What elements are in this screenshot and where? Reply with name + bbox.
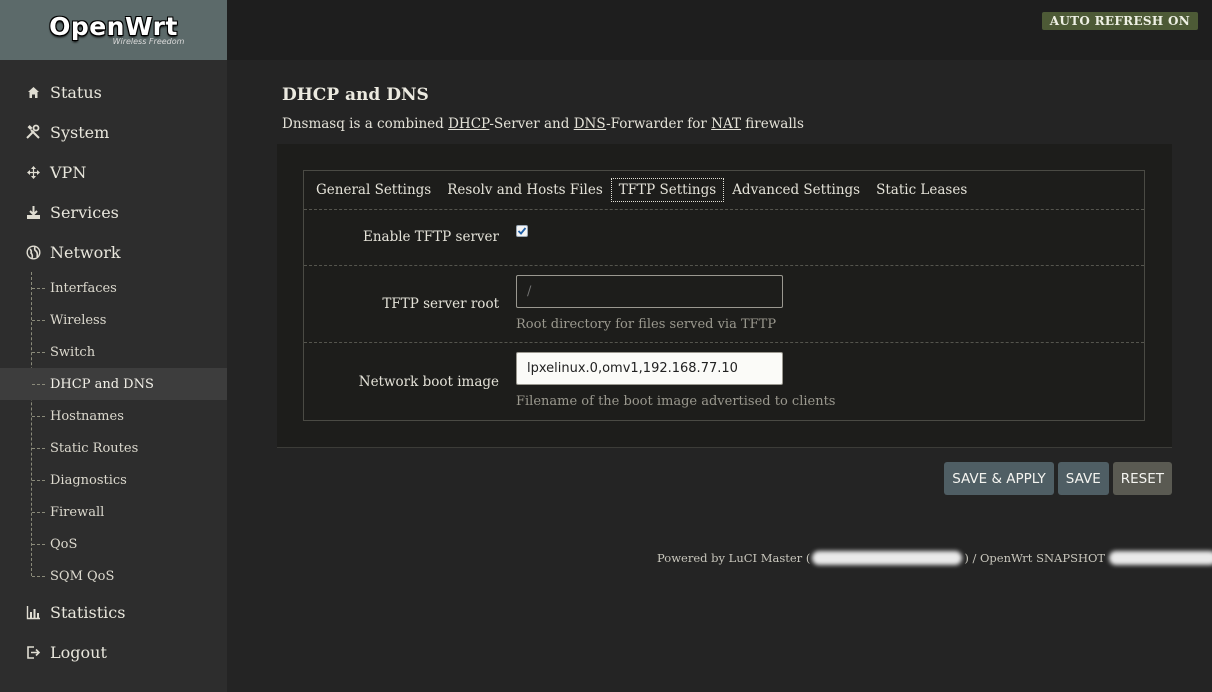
boot-image-label: Network boot image — [358, 374, 499, 390]
openwrt-logo[interactable]: OpenWrt Wireless Freedom — [0, 0, 227, 60]
row-enable-tftp: Enable TFTP server — [304, 210, 1144, 266]
menu-label-services: Services — [50, 202, 119, 222]
menu-item-logout[interactable]: Logout — [0, 632, 227, 672]
row-tftp-root: TFTP server root Root directory for file… — [304, 266, 1144, 343]
auto-refresh-toggle[interactable]: AUTO REFRESH ON — [1041, 12, 1198, 30]
menu-label-system: System — [50, 122, 110, 142]
page-title: DHCP and DNS — [282, 85, 429, 105]
save-apply-button[interactable]: SAVE & APPLY — [944, 462, 1054, 495]
tab-static-leases[interactable]: Static Leases — [868, 178, 975, 202]
redacted-snapshot — [1109, 551, 1212, 565]
tabs-container: General Settings Resolv and Hosts Files … — [303, 170, 1145, 421]
menu-item-services[interactable]: Services — [0, 192, 227, 232]
bottom-menu: Statistics Logout — [0, 592, 227, 672]
dhcp-abbr: DHCP — [448, 116, 490, 132]
sidebar-item-dhcp-and-dns[interactable]: DHCP and DNS — [0, 368, 227, 400]
dns-abbr: DNS — [573, 116, 607, 132]
tab-resolv-hosts-files[interactable]: Resolv and Hosts Files — [439, 178, 611, 202]
download-icon — [24, 203, 42, 221]
sidebar-item-diagnostics[interactable]: Diagnostics — [0, 464, 227, 496]
desc-mid2: -Forwarder for — [606, 116, 712, 132]
boot-image-hint: Filename of the boot image advertised to… — [516, 394, 836, 409]
sidebar: OpenWrt Wireless Freedom Status System V… — [0, 0, 227, 692]
sidebar-item-firewall[interactable]: Firewall — [0, 496, 227, 528]
sidebar-item-hostnames[interactable]: Hostnames — [0, 400, 227, 432]
menu-item-status[interactable]: Status — [0, 72, 227, 112]
nat-abbr: NAT — [711, 116, 741, 132]
network-submenu: Interfaces Wireless Switch DHCP and DNS … — [0, 272, 227, 592]
menu-label-status: Status — [50, 82, 102, 102]
logout-icon — [24, 643, 42, 661]
main-menu: Status System VPN Services Network — [0, 72, 227, 272]
tab-general-settings[interactable]: General Settings — [308, 178, 439, 202]
enable-tftp-checkbox[interactable] — [516, 225, 528, 237]
checkmark-icon — [517, 227, 527, 235]
tab-bar: General Settings Resolv and Hosts Files … — [304, 171, 1144, 210]
sidebar-item-wireless[interactable]: Wireless — [0, 304, 227, 336]
desc-prefix: Dnsmasq is a combined — [282, 116, 449, 132]
save-button[interactable]: SAVE — [1057, 462, 1109, 495]
tab-tftp-settings[interactable]: TFTP Settings — [610, 178, 725, 202]
menu-label-statistics: Statistics — [50, 602, 126, 622]
logo-text: OpenWrt — [49, 11, 178, 41]
footer-openwrt: ) / OpenWrt SNAPSHOT — [964, 551, 1106, 565]
enable-tftp-label: Enable TFTP server — [362, 229, 499, 245]
main-content: DHCP and DNS Dnsmasq is a combined DHCP-… — [227, 60, 1212, 692]
reset-button[interactable]: RESET — [1112, 462, 1172, 495]
page-description: Dnsmasq is a combined DHCP-Server and DN… — [282, 116, 804, 132]
tftp-root-label: TFTP server root — [382, 296, 499, 312]
tab-advanced-settings[interactable]: Advanced Settings — [724, 178, 868, 202]
sidebar-item-sqm-qos[interactable]: SQM QoS — [0, 560, 227, 592]
panel-divider — [277, 447, 1172, 448]
row-boot-image: Network boot image Filename of the boot … — [304, 343, 1144, 420]
action-buttons: SAVE & APPLY SAVE RESET — [944, 462, 1172, 495]
footer: Powered by LuCI Master ( ) / OpenWrt SNA… — [657, 551, 1212, 565]
footer-powered-by: Powered by LuCI Master ( — [657, 551, 811, 565]
sidebar-item-switch[interactable]: Switch — [0, 336, 227, 368]
tftp-root-hint: Root directory for files served via TFTP — [516, 317, 777, 332]
home-icon — [24, 83, 42, 101]
move-arrows-icon — [24, 163, 42, 181]
redacted-version — [812, 551, 963, 565]
sidebar-item-qos[interactable]: QoS — [0, 528, 227, 560]
menu-item-network[interactable]: Network — [0, 232, 227, 272]
menu-item-statistics[interactable]: Statistics — [0, 592, 227, 632]
top-bar: AUTO REFRESH ON — [227, 0, 1212, 60]
sidebar-item-interfaces[interactable]: Interfaces — [0, 272, 227, 304]
menu-item-vpn[interactable]: VPN — [0, 152, 227, 192]
menu-label-logout: Logout — [50, 642, 107, 662]
desc-mid1: -Server and — [489, 116, 574, 132]
sidebar-item-static-routes[interactable]: Static Routes — [0, 432, 227, 464]
menu-label-vpn: VPN — [50, 162, 87, 182]
bar-chart-icon — [24, 603, 42, 621]
globe-icon — [24, 243, 42, 261]
menu-label-network: Network — [50, 242, 121, 262]
desc-suffix: firewalls — [740, 116, 804, 132]
logo-tagline: Wireless Freedom — [112, 36, 185, 46]
settings-panel: General Settings Resolv and Hosts Files … — [277, 144, 1172, 447]
tools-icon — [24, 123, 42, 141]
boot-image-input[interactable] — [516, 352, 783, 385]
tftp-root-input[interactable] — [516, 275, 783, 308]
menu-item-system[interactable]: System — [0, 112, 227, 152]
